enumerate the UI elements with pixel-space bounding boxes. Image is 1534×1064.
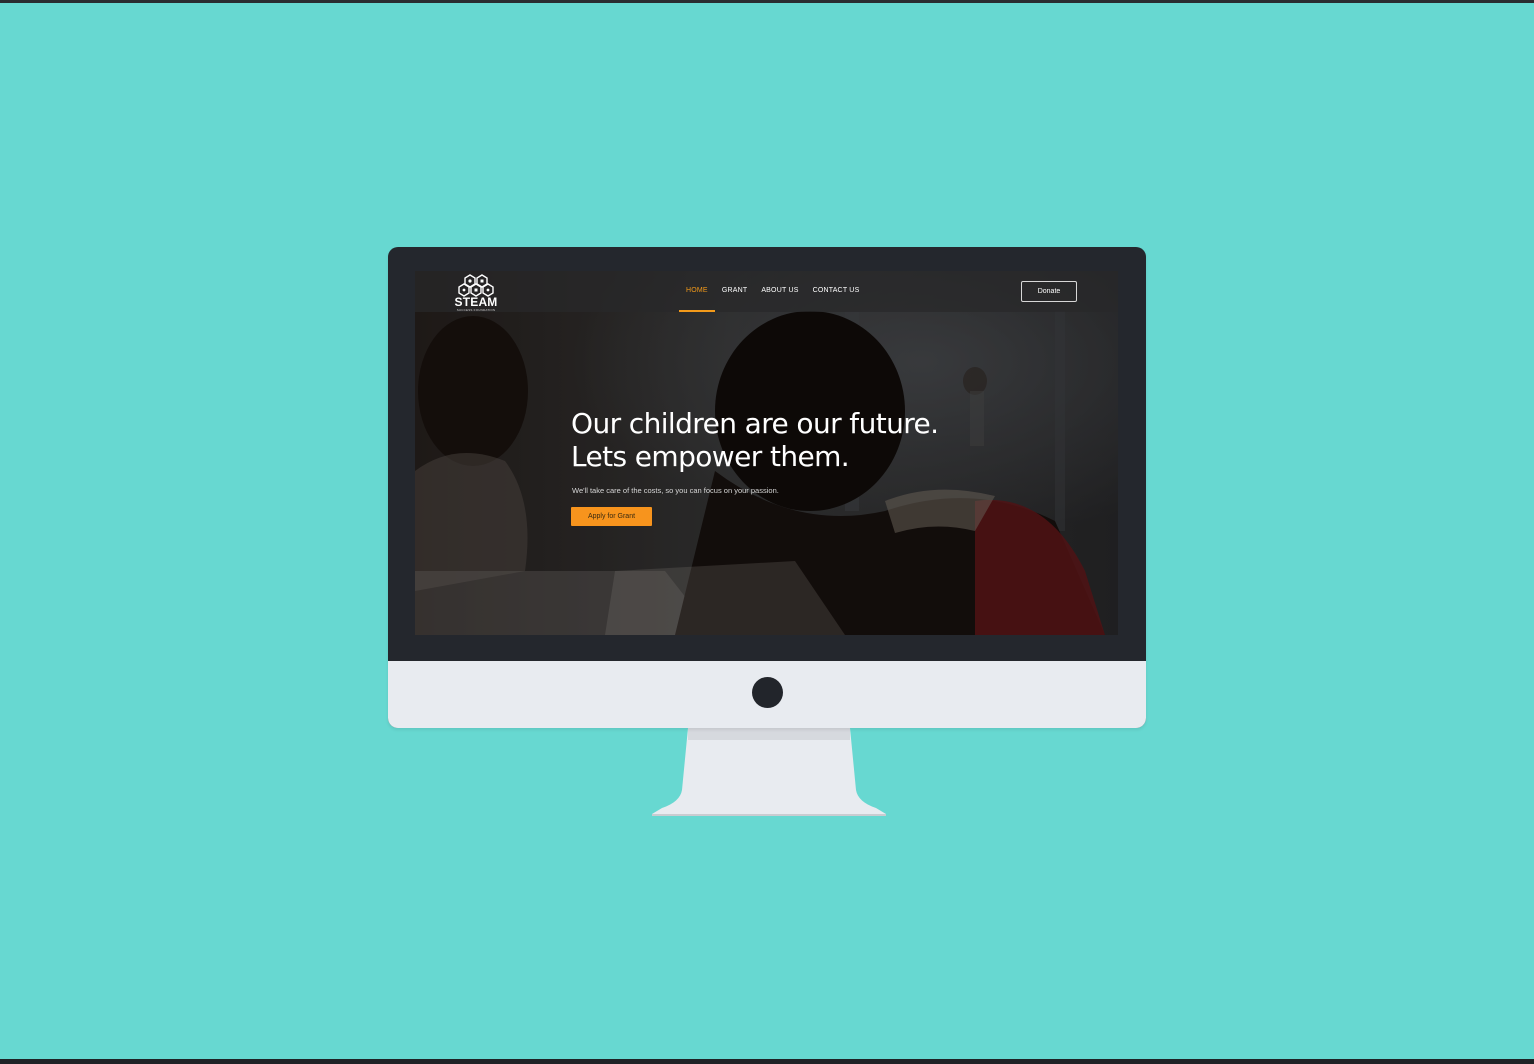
steam-logo[interactable]: STEAM SUCCESS FOUNDATION bbox=[451, 273, 501, 313]
apply-for-grant-button[interactable]: Apply for Grant bbox=[571, 507, 652, 526]
logo-wordmark: STEAM bbox=[454, 295, 498, 309]
nav-links: HOME GRANT ABOUT US CONTACT US bbox=[679, 271, 866, 312]
nav-link-contact-us[interactable]: CONTACT US bbox=[806, 271, 867, 312]
nav-active-underline bbox=[679, 310, 715, 312]
top-edge-strip bbox=[0, 0, 1534, 3]
top-navigation-bar: STEAM SUCCESS FOUNDATION HOME GRANT ABOU… bbox=[415, 271, 1118, 312]
nav-link-home[interactable]: HOME bbox=[679, 271, 715, 312]
nav-link-about-us[interactable]: ABOUT US bbox=[754, 271, 805, 312]
nav-link-grant[interactable]: GRANT bbox=[715, 271, 755, 312]
hero-title-line-2: Lets empower them. bbox=[571, 440, 850, 473]
website-screen: STEAM SUCCESS FOUNDATION HOME GRANT ABOU… bbox=[415, 271, 1118, 635]
logo-tagline: SUCCESS FOUNDATION bbox=[456, 308, 496, 312]
nav-link-home-label: HOME bbox=[686, 287, 708, 294]
monitor-logo-dot bbox=[752, 677, 783, 708]
hero-title-line-1: Our children are our future. bbox=[571, 407, 939, 440]
hero-subtitle: We'll take care of the costs, so you can… bbox=[572, 486, 779, 495]
nav-link-contact-us-label: CONTACT US bbox=[812, 287, 860, 294]
hero-title: Our children are our future. Lets empowe… bbox=[571, 407, 1051, 473]
nav-link-about-us-label: ABOUT US bbox=[761, 287, 799, 294]
donate-button[interactable]: Donate bbox=[1021, 281, 1077, 302]
hexagon-logo-icon bbox=[458, 274, 494, 297]
bottom-edge-strip bbox=[0, 1059, 1534, 1064]
monitor-mockup: STEAM SUCCESS FOUNDATION HOME GRANT ABOU… bbox=[388, 247, 1146, 728]
nav-link-grant-label: GRANT bbox=[721, 287, 748, 294]
monitor-stand bbox=[652, 728, 886, 816]
